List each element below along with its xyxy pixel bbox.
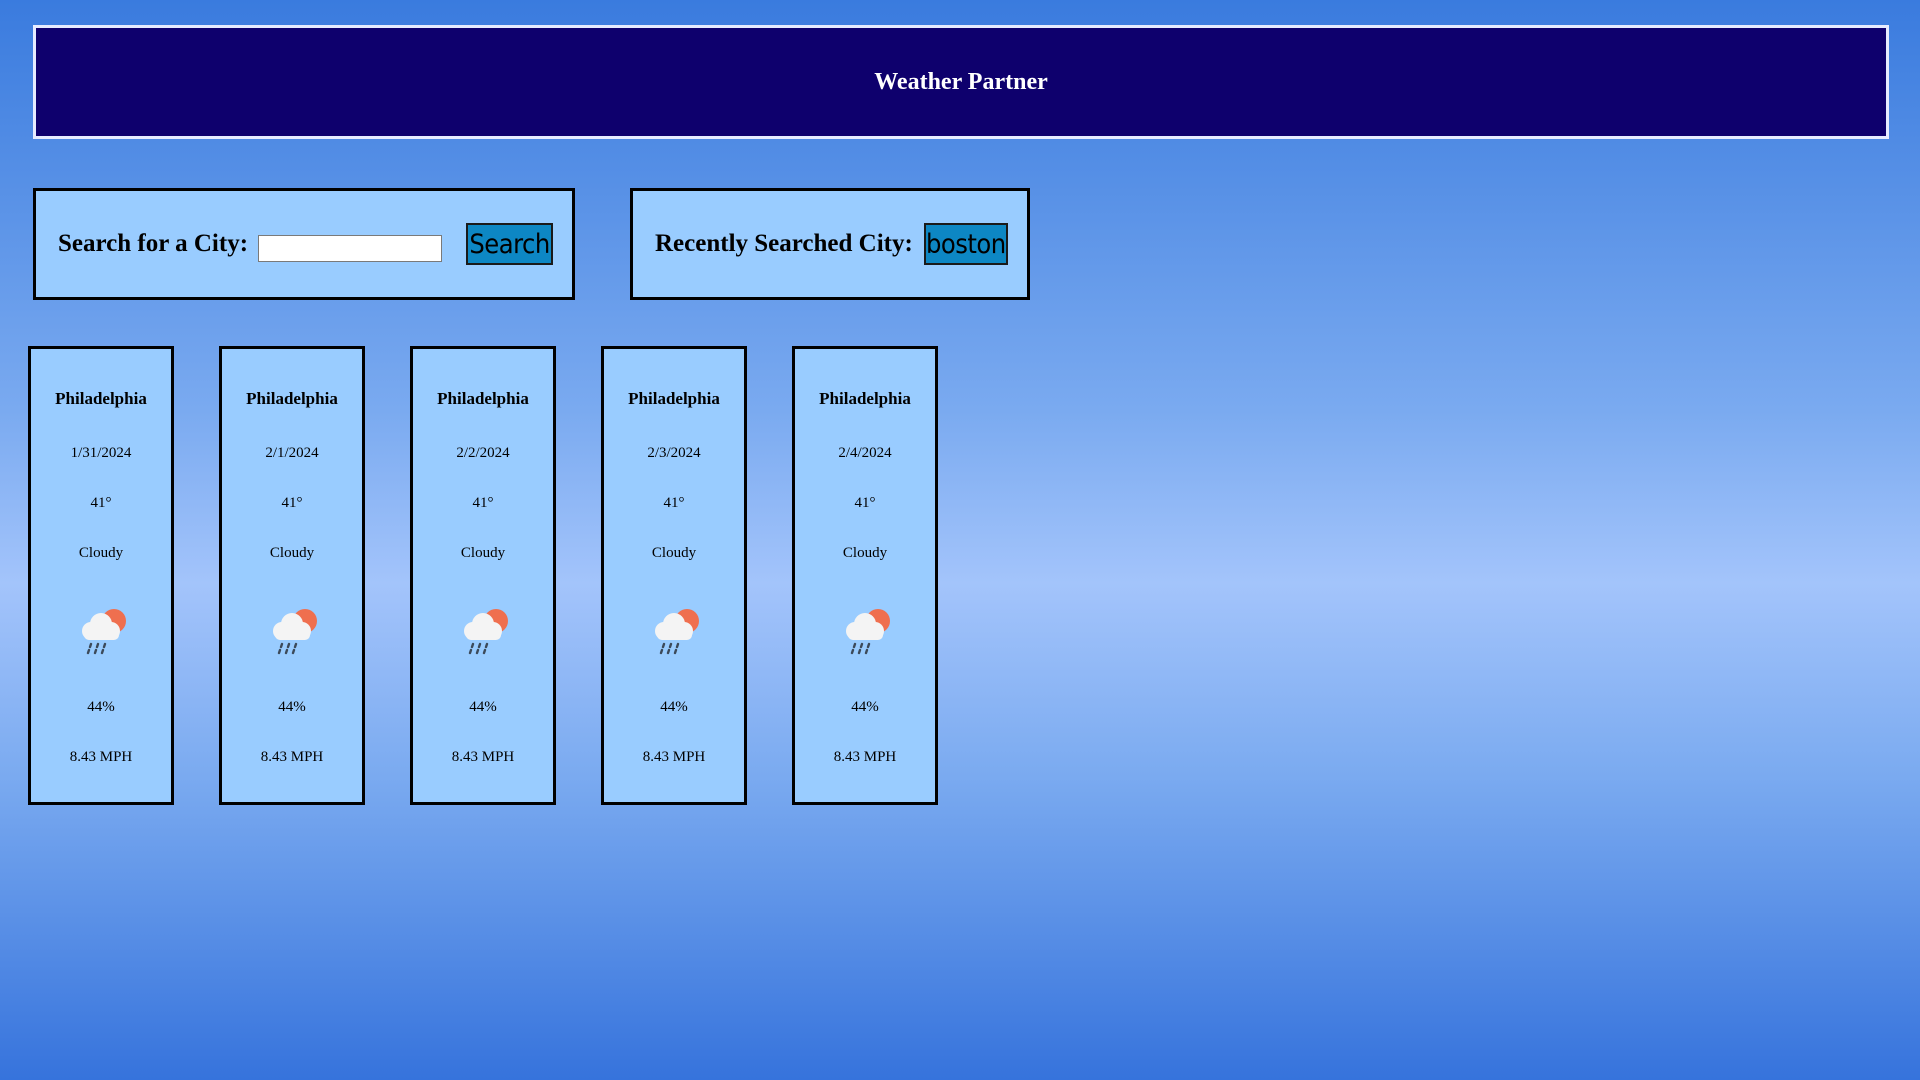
forecast-wind: 8.43 MPH xyxy=(69,749,133,765)
forecast-card: Philadelphia 2/4/2024 41° Cloudy 44% 8.4… xyxy=(792,346,938,805)
forecast-temp: 41° xyxy=(90,495,112,511)
forecast-humidity: 44% xyxy=(278,699,306,715)
recent-search-panel: Recently Searched City: boston xyxy=(630,188,1030,300)
search-button[interactable]: Search xyxy=(466,223,554,265)
forecast-city: Philadelphia xyxy=(55,389,147,408)
forecast-condition: Cloudy xyxy=(842,545,888,561)
forecast-city: Philadelphia xyxy=(628,389,720,408)
forecast-temp: 41° xyxy=(663,495,685,511)
city-search-input[interactable] xyxy=(258,234,443,262)
forecast-humidity: 44% xyxy=(660,699,688,715)
forecast-date: 2/4/2024 xyxy=(838,445,892,461)
search-panel: Search for a City: Search xyxy=(33,188,575,300)
forecast-card: Philadelphia 2/1/2024 41° Cloudy 44% 8.4… xyxy=(219,346,365,805)
forecast-temp: 41° xyxy=(472,495,494,511)
forecast-condition: Cloudy xyxy=(78,545,124,561)
recent-search-label: Recently Searched City: xyxy=(655,230,913,257)
cloud-rain-sun-icon xyxy=(82,609,126,655)
forecast-wind: 8.43 MPH xyxy=(260,749,324,765)
forecast-date: 2/3/2024 xyxy=(647,445,701,461)
forecast-card: Philadelphia 2/2/2024 41° Cloudy 44% 8.4… xyxy=(410,346,556,805)
cloud-rain-sun-icon xyxy=(273,609,317,655)
forecast-temp: 41° xyxy=(854,495,876,511)
forecast-wind: 8.43 MPH xyxy=(451,749,515,765)
forecast-date: 2/2/2024 xyxy=(456,445,510,461)
forecast-condition: Cloudy xyxy=(460,545,506,561)
forecast-card: Philadelphia 1/31/2024 41° Cloudy 44% 8.… xyxy=(28,346,174,805)
forecast-humidity: 44% xyxy=(851,699,879,715)
forecast-wind: 8.43 MPH xyxy=(642,749,706,765)
forecast-date: 2/1/2024 xyxy=(265,445,319,461)
recent-city-button[interactable]: boston xyxy=(923,223,1008,265)
app-header: Weather Partner xyxy=(33,25,1889,139)
cloud-rain-sun-icon xyxy=(846,609,890,655)
forecast-date: 1/31/2024 xyxy=(70,445,132,461)
forecast-city: Philadelphia xyxy=(819,389,911,408)
forecast-city: Philadelphia xyxy=(246,389,338,408)
forecast-condition: Cloudy xyxy=(269,545,315,561)
forecast-temp: 41° xyxy=(281,495,303,511)
cloud-rain-sun-icon xyxy=(464,609,508,655)
forecast-humidity: 44% xyxy=(469,699,497,715)
forecast-humidity: 44% xyxy=(87,699,115,715)
forecast-card: Philadelphia 2/3/2024 41° Cloudy 44% 8.4… xyxy=(601,346,747,805)
forecast-city: Philadelphia xyxy=(437,389,529,408)
cloud-rain-sun-icon xyxy=(655,609,699,655)
page-title: Weather Partner xyxy=(874,68,1048,95)
search-label: Search for a City: xyxy=(58,230,249,257)
forecast-condition: Cloudy xyxy=(651,545,697,561)
forecast-wind: 8.43 MPH xyxy=(833,749,897,765)
